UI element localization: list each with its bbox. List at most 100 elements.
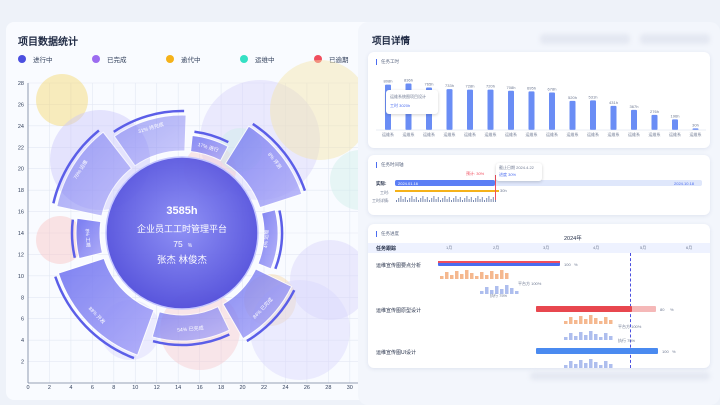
- y-tick-label: 26: [18, 102, 24, 108]
- hours-bar-label: 431h: [609, 100, 618, 105]
- hours-bar-category: 运维系: [690, 131, 702, 137]
- gantt-mini-bar: [495, 286, 499, 294]
- task-progress-card: 任务进度 2024年 任务跟踪 1月 2月 3月 4月 5月 6月 运维宣传图要…: [368, 224, 710, 368]
- y-tick-label: 2: [21, 360, 24, 366]
- hours-bar-label: 728h: [466, 84, 475, 89]
- hours-bar-label: 733h: [445, 83, 454, 88]
- hours-detail-tick: [466, 196, 468, 202]
- gantt-mini-bar: [460, 274, 464, 279]
- hours-detail-tick: [444, 196, 446, 202]
- hours-detail-tick: [442, 198, 444, 202]
- gantt-mini-bar: [505, 285, 509, 294]
- hours-bar-label: 30h: [692, 122, 699, 127]
- gantt-mini-bar: [480, 291, 484, 294]
- hours-detail-tick: [402, 199, 404, 202]
- gantt-mini-bar: [584, 319, 588, 324]
- gantt-mini-bar: [599, 321, 603, 324]
- tooltip-title: 运维系统图项目设计: [390, 94, 426, 99]
- gantt-mini-bar: [569, 333, 573, 340]
- hours-bar-label: 808h: [384, 79, 393, 84]
- x-tick-label: 10: [132, 385, 138, 391]
- gantt-mini-bar: [579, 316, 583, 324]
- hours-bar-category: 运维系: [669, 131, 681, 137]
- gantt-mini-bar: [609, 336, 613, 340]
- y-tick-label: 24: [18, 124, 24, 130]
- gantt-mini-bar: [510, 288, 514, 294]
- gantt-mini-bar: [609, 320, 613, 324]
- x-tick-label: 30: [347, 385, 353, 391]
- gantt-mini-bar: [584, 335, 588, 340]
- x-tick-label: 12: [154, 385, 160, 391]
- hours-detail-tick: [490, 199, 492, 202]
- hours-bar-category: 运维系: [587, 131, 599, 137]
- x-tick-label: 6: [91, 385, 94, 391]
- y-tick-label: 8: [21, 295, 24, 301]
- hours-bar-label: 367h: [630, 104, 639, 109]
- hours-bar: [651, 114, 658, 130]
- hours-bar-label: 531h: [589, 94, 598, 99]
- task-timeline-card: 任务时间轴 实际: 工时: 工时详情: 2024.01.16 2024.10.1…: [368, 155, 710, 215]
- hours-detail-ticks: [396, 196, 496, 202]
- gantt-mini-bar: [569, 361, 573, 368]
- hours-bar: [528, 91, 535, 130]
- hours-bar-category: 运维系: [382, 131, 394, 137]
- x-tick-label: 16: [197, 385, 203, 391]
- hours-bar-label: 836h: [404, 78, 413, 83]
- data-bubble: [270, 60, 370, 160]
- center-hours: 3585h: [166, 205, 197, 217]
- bar-tooltip: 运维系统图项目设计 工时 3020h: [386, 90, 438, 114]
- hours-bar-category: 运维系: [567, 131, 579, 137]
- hours-bar: [446, 89, 453, 130]
- task-hours-card: 任务工时 808h 运维系 836h 运维系 765h 运维系 733h 运维系 728h 运维系…: [368, 52, 710, 148]
- hours-detail-tick: [426, 197, 428, 202]
- gantt-mini-bar: [599, 337, 603, 340]
- hours-bar-label: 196h: [671, 113, 680, 118]
- hours-detail-tick: [420, 198, 422, 202]
- hours-bar: [590, 100, 596, 130]
- gantt-mini-bar: [574, 320, 578, 324]
- hours-bar: [569, 100, 576, 130]
- hours-detail-tick: [473, 200, 474, 202]
- hours-bar-category: 运维系: [526, 131, 538, 137]
- y-tick-label: 28: [18, 81, 24, 87]
- gantt-mini-bar: [505, 273, 509, 279]
- hours-bar-label: 678h: [548, 86, 557, 91]
- x-tick-label: 26: [304, 385, 310, 391]
- hours-detail-tick: [411, 196, 413, 202]
- y-tick-label: 10: [18, 274, 24, 280]
- hours-detail-tick: [481, 197, 483, 202]
- center-people: 张杰 林俊杰: [157, 254, 208, 266]
- hours-detail-tick: [400, 196, 402, 202]
- gantt-mini-bar: [500, 270, 504, 279]
- gantt-mini-bar: [579, 360, 583, 368]
- hours-bar: [692, 128, 699, 130]
- hours-bar-category: 运维系: [403, 131, 415, 137]
- gantt-mini-bar: [599, 365, 603, 368]
- gantt-mini-bar: [465, 270, 469, 279]
- x-tick-label: 4: [69, 385, 72, 391]
- hours-detail-tick: [455, 196, 457, 202]
- hours-bar-label: 765h: [425, 81, 434, 86]
- gantt-mini-bar: [490, 290, 494, 294]
- blurred-footer: [530, 372, 710, 380]
- hours-detail-tick: [495, 200, 496, 202]
- gantt-mini-bar: [470, 273, 474, 279]
- hours-detail-tick: [435, 199, 437, 202]
- gantt-mini-bar: [485, 287, 489, 294]
- x-tick-label: 24: [282, 385, 288, 391]
- hours-bar-category: 运维系: [628, 131, 640, 137]
- hours-bar-category: 运维系: [464, 131, 476, 137]
- y-tick-label: 6: [21, 317, 24, 323]
- x-tick-label: 0: [26, 385, 29, 391]
- hours-detail-tick: [429, 200, 430, 202]
- gantt-mini-bar: [490, 271, 494, 279]
- x-tick-label: 14: [175, 385, 181, 391]
- hours-detail-tick: [451, 200, 452, 202]
- hours-detail-tick: [492, 197, 494, 202]
- gantt-mini-bar: [450, 275, 454, 279]
- x-tick-label: 18: [218, 385, 224, 391]
- gantt-mini-bar: [569, 317, 573, 324]
- hours-detail-tick: [488, 196, 490, 202]
- hours-bar-category: 运维系: [485, 131, 497, 137]
- gantt-mini-bar: [579, 332, 583, 340]
